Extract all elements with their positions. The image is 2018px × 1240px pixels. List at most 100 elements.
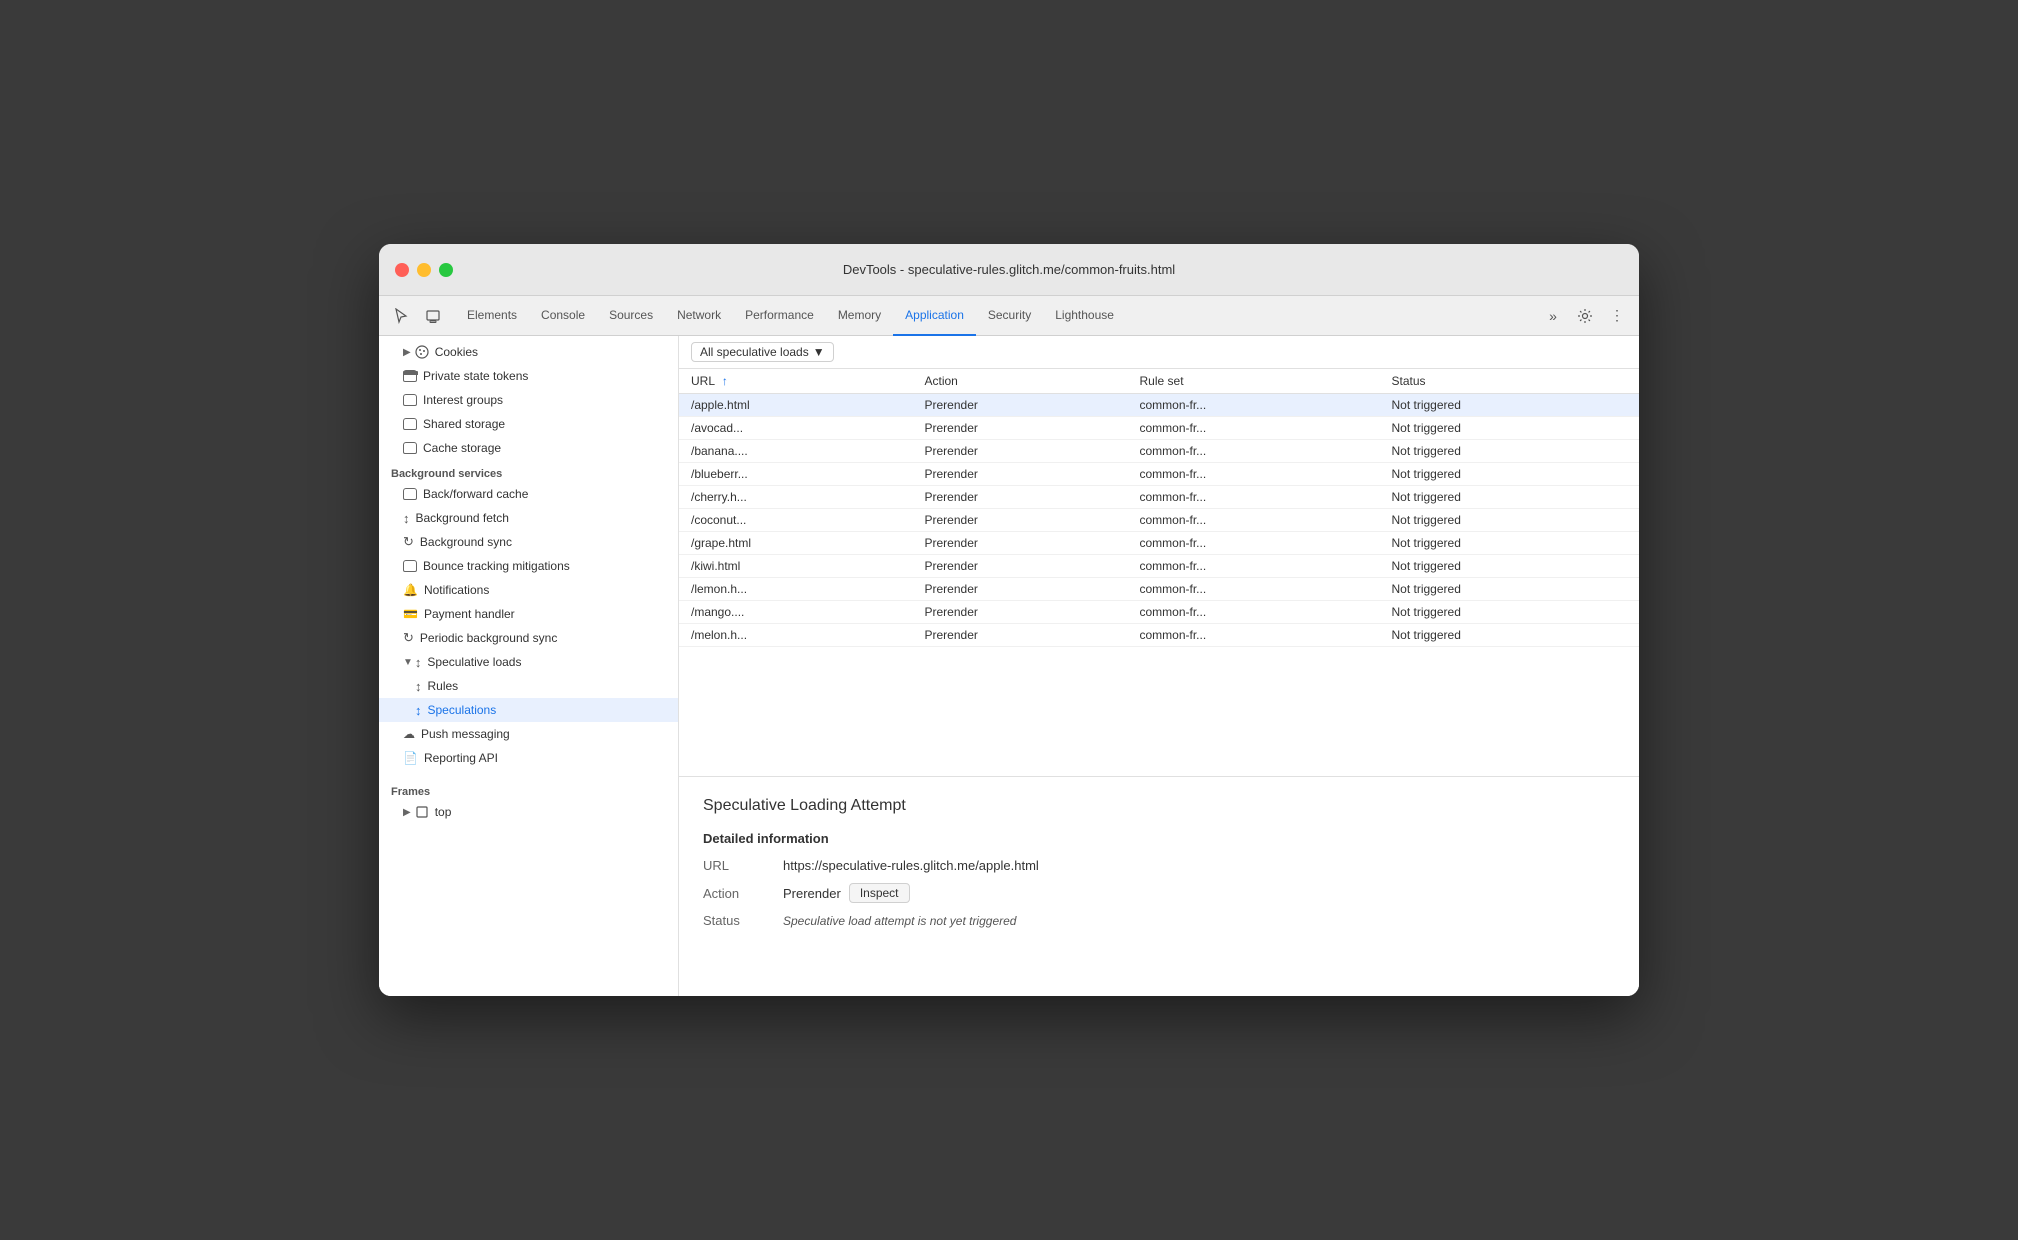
frame-icon	[415, 805, 429, 819]
tab-elements[interactable]: Elements	[455, 296, 529, 336]
payment-icon: 💳	[403, 607, 418, 621]
cell-ruleset: common-fr...	[1128, 463, 1380, 486]
speculations-icon: ↕	[415, 703, 422, 718]
sidebar-item-shared-storage[interactable]: Shared storage	[379, 412, 678, 436]
sidebar-item-cookies[interactable]: ▶ Cookies	[379, 340, 678, 364]
overflow-menu-icon[interactable]: ⋮	[1603, 302, 1631, 330]
detail-status-value: Speculative load attempt is not yet trig…	[783, 914, 1016, 928]
maximize-button[interactable]	[439, 263, 453, 277]
inspect-button[interactable]: Inspect	[849, 883, 910, 903]
filter-dropdown[interactable]: All speculative loads ▼	[691, 342, 834, 362]
sidebar-item-reporting-api[interactable]: 📄 Reporting API	[379, 746, 678, 770]
cell-status: Not triggered	[1380, 601, 1640, 624]
cell-status: Not triggered	[1380, 509, 1640, 532]
sidebar-item-private-state[interactable]: Private state tokens	[379, 364, 678, 388]
detail-panel: Speculative Loading Attempt Detailed inf…	[679, 776, 1639, 996]
cell-status: Not triggered	[1380, 532, 1640, 555]
cell-status: Not triggered	[1380, 578, 1640, 601]
tab-sources[interactable]: Sources	[597, 296, 665, 336]
tab-console[interactable]: Console	[529, 296, 597, 336]
db-icon	[403, 394, 417, 406]
table-row[interactable]: /mango....Prerendercommon-fr...Not trigg…	[679, 601, 1639, 624]
sidebar-item-top-frame[interactable]: ▶ top	[379, 800, 678, 824]
sidebar-item-payment-handler[interactable]: 💳 Payment handler	[379, 602, 678, 626]
db-icon	[403, 488, 417, 500]
col-url[interactable]: URL ↑	[679, 369, 913, 394]
tab-application[interactable]: Application	[893, 296, 976, 336]
more-tabs-icon[interactable]: »	[1539, 302, 1567, 330]
db-icon	[403, 442, 417, 454]
sidebar-item-background-fetch[interactable]: ↕ Background fetch	[379, 506, 678, 530]
cell-url: /blueberr...	[679, 463, 913, 486]
cell-ruleset: common-fr...	[1128, 509, 1380, 532]
sidebar: ▶ Cookies Private state tokens Interest …	[379, 336, 679, 996]
sidebar-item-speculations[interactable]: ↕ Speculations	[379, 698, 678, 722]
cell-status: Not triggered	[1380, 394, 1640, 417]
arrow-updown-icon: ↕	[403, 511, 410, 526]
speculative-icon: ↕	[415, 655, 422, 670]
sidebar-item-interest-groups[interactable]: Interest groups	[379, 388, 678, 412]
cell-action: Prerender	[913, 463, 1128, 486]
cell-ruleset: common-fr...	[1128, 601, 1380, 624]
table-header-row: URL ↑ Action Rule set Status	[679, 369, 1639, 394]
tab-memory[interactable]: Memory	[826, 296, 893, 336]
minimize-button[interactable]	[417, 263, 431, 277]
sidebar-item-push-messaging[interactable]: ☁ Push messaging	[379, 722, 678, 746]
col-action: Action	[913, 369, 1128, 394]
close-button[interactable]	[395, 263, 409, 277]
detail-url-label: URL	[703, 858, 783, 873]
table-row[interactable]: /lemon.h...Prerendercommon-fr...Not trig…	[679, 578, 1639, 601]
frames-header: Frames	[379, 778, 678, 800]
tab-security[interactable]: Security	[976, 296, 1043, 336]
background-services-header: Background services	[379, 460, 678, 482]
speculative-loads-table-container: URL ↑ Action Rule set Status	[679, 369, 1639, 776]
device-icon[interactable]	[419, 302, 447, 330]
cell-ruleset: common-fr...	[1128, 532, 1380, 555]
titlebar: DevTools - speculative-rules.glitch.me/c…	[379, 244, 1639, 296]
tab-performance[interactable]: Performance	[733, 296, 826, 336]
sidebar-item-back-forward[interactable]: Back/forward cache	[379, 482, 678, 506]
sidebar-item-background-sync[interactable]: ↻ Background sync	[379, 530, 678, 554]
sidebar-item-cache-storage[interactable]: Cache storage	[379, 436, 678, 460]
cell-ruleset: common-fr...	[1128, 578, 1380, 601]
detail-status-row: Status Speculative load attempt is not y…	[703, 913, 1615, 928]
detail-section-title: Detailed information	[703, 831, 1615, 846]
rules-icon: ↕	[415, 679, 422, 694]
cell-action: Prerender	[913, 509, 1128, 532]
tab-lighthouse[interactable]: Lighthouse	[1043, 296, 1126, 336]
expand-arrow-icon: ▶	[403, 347, 411, 358]
tab-network[interactable]: Network	[665, 296, 733, 336]
expand-arrow-down-icon: ▼	[403, 657, 413, 668]
table-row[interactable]: /kiwi.htmlPrerendercommon-fr...Not trigg…	[679, 555, 1639, 578]
cell-status: Not triggered	[1380, 486, 1640, 509]
traffic-lights	[395, 263, 453, 277]
table-row[interactable]: /coconut...Prerendercommon-fr...Not trig…	[679, 509, 1639, 532]
sidebar-item-periodic-sync[interactable]: ↻ Periodic background sync	[379, 626, 678, 650]
cookie-icon	[415, 345, 429, 359]
settings-icon[interactable]	[1571, 302, 1599, 330]
table-row[interactable]: /apple.htmlPrerendercommon-fr...Not trig…	[679, 394, 1639, 417]
document-icon: 📄	[403, 751, 418, 765]
sort-icon: ↑	[722, 374, 728, 388]
col-ruleset: Rule set	[1128, 369, 1380, 394]
devtools-window: DevTools - speculative-rules.glitch.me/c…	[379, 244, 1639, 996]
sidebar-item-rules[interactable]: ↕ Rules	[379, 674, 678, 698]
sidebar-item-bounce-tracking[interactable]: Bounce tracking mitigations	[379, 554, 678, 578]
filter-bar: All speculative loads ▼	[679, 336, 1639, 369]
table-row[interactable]: /avocad...Prerendercommon-fr...Not trigg…	[679, 417, 1639, 440]
table-row[interactable]: /blueberr...Prerendercommon-fr...Not tri…	[679, 463, 1639, 486]
sidebar-item-speculative-loads[interactable]: ▼ ↕ Speculative loads	[379, 650, 678, 674]
cursor-icon[interactable]	[387, 302, 415, 330]
cloud-icon: ☁	[403, 727, 415, 741]
table-row[interactable]: /cherry.h...Prerendercommon-fr...Not tri…	[679, 486, 1639, 509]
table-row[interactable]: /grape.htmlPrerendercommon-fr...Not trig…	[679, 532, 1639, 555]
detail-url-row: URL https://speculative-rules.glitch.me/…	[703, 858, 1615, 873]
cell-action: Prerender	[913, 417, 1128, 440]
cell-status: Not triggered	[1380, 624, 1640, 647]
dropdown-arrow-icon: ▼	[813, 345, 825, 359]
cell-ruleset: common-fr...	[1128, 417, 1380, 440]
table-row[interactable]: /banana....Prerendercommon-fr...Not trig…	[679, 440, 1639, 463]
sidebar-item-notifications[interactable]: 🔔 Notifications	[379, 578, 678, 602]
tab-icon-group	[387, 302, 447, 330]
table-row[interactable]: /melon.h...Prerendercommon-fr...Not trig…	[679, 624, 1639, 647]
